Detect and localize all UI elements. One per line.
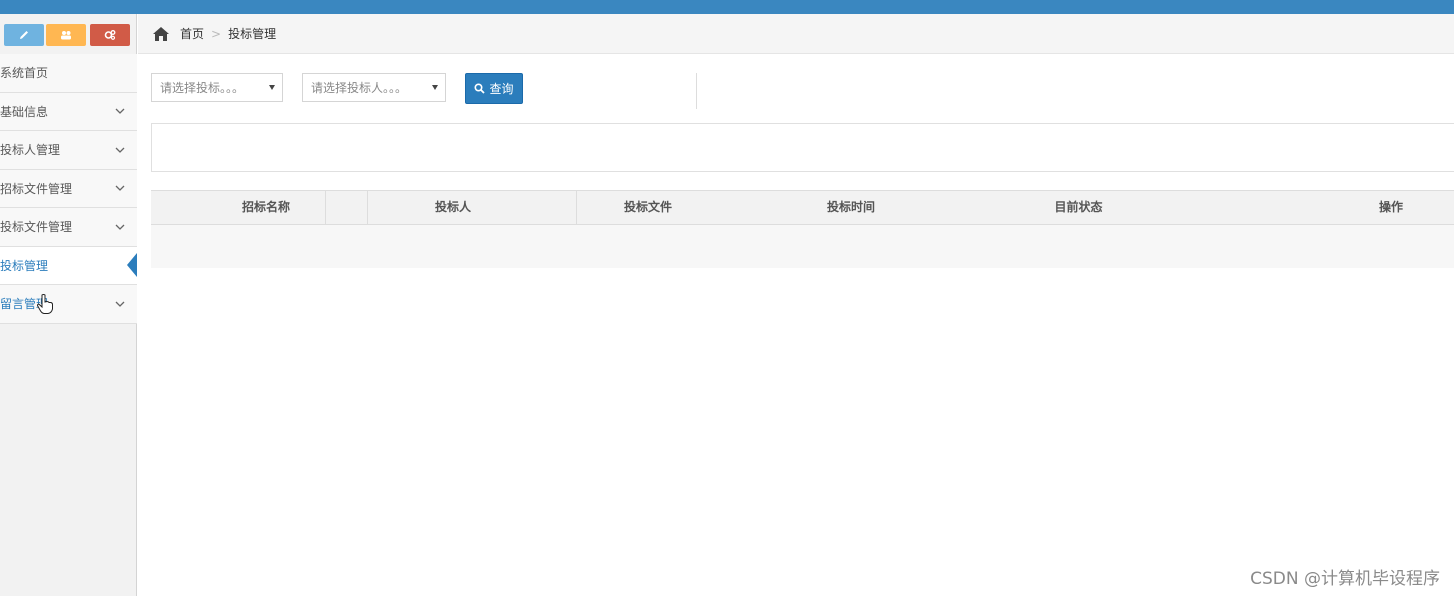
sidebar-item-home[interactable]: 系统首页 <box>0 54 137 93</box>
column-divider <box>325 191 326 224</box>
toolbar-panel <box>151 123 1454 172</box>
chevron-down-icon <box>115 108 125 115</box>
sidebar-item-bidder-management[interactable]: 投标人管理 <box>0 131 137 170</box>
sidebar-item-label: 招标文件管理 <box>0 181 73 196</box>
sidebar-item-label: 投标管理 <box>0 258 49 273</box>
column-header-tender-name[interactable]: 招标名称 <box>151 191 381 224</box>
hand-cursor-icon <box>36 294 53 314</box>
cogs-icon <box>104 30 116 40</box>
query-button-label: 查询 <box>489 82 514 96</box>
sidebar-item-label: 系统首页 <box>0 66 49 81</box>
sidebar-menu: 系统首页 基础信息 投标人管理 招标文件管理 投标文件管理 投标管理 留言管理 <box>0 54 137 324</box>
sidebar-item-label: 投标人管理 <box>0 143 61 158</box>
bidder-select[interactable]: 请选择投标人。。。 <box>302 73 446 102</box>
home-icon[interactable] <box>152 26 170 42</box>
breadcrumb-home-link[interactable]: 首页 <box>180 25 204 42</box>
chevron-down-icon <box>115 185 125 192</box>
chevron-down-icon <box>115 147 125 153</box>
sidebar-item-message-management[interactable]: 留言管理 <box>0 285 137 324</box>
column-header-actions: 操作 <box>1378 200 1403 214</box>
divider <box>696 73 697 109</box>
search-icon <box>474 83 486 94</box>
users-icon <box>61 31 71 40</box>
pencil-icon <box>20 31 28 39</box>
column-header-bid-time[interactable]: 投标时间 <box>771 191 931 224</box>
bid-table: 招标名称 投标人 投标文件 投标时间 目前状态 操作 <box>151 190 1454 268</box>
sidebar-item-tender-file-management[interactable]: 招标文件管理 <box>0 169 137 208</box>
breadcrumb-current: 投标管理 <box>228 27 277 41</box>
shortcut-settings-button[interactable] <box>90 24 130 46</box>
shortcut-users-button[interactable] <box>46 24 86 46</box>
tender-select[interactable]: 请选择投标。。。 <box>151 73 283 102</box>
query-button[interactable]: 查询 <box>465 73 523 104</box>
sidebar-item-basic-info[interactable]: 基础信息 <box>0 92 137 131</box>
sidebar: 系统首页 基础信息 投标人管理 招标文件管理 投标文件管理 投标管理 留言管理 <box>0 14 137 596</box>
active-marker <box>127 253 137 278</box>
sidebar-item-bid-management[interactable]: 投标管理 <box>0 246 137 285</box>
column-header-status[interactable]: 目前状态 <box>991 191 1166 224</box>
table-header: 招标名称 投标人 投标文件 投标时间 目前状态 操作 <box>151 190 1454 225</box>
breadcrumb: 首页 > 投标管理 <box>138 14 1454 54</box>
chevron-down-icon <box>115 224 125 230</box>
bidder-select-value: 请选择投标人。。。 <box>311 81 408 95</box>
chevron-down-icon <box>115 301 125 307</box>
column-header-bid-file[interactable]: 投标文件 <box>576 191 720 224</box>
column-header-bidder[interactable]: 投标人 <box>367 191 539 224</box>
sidebar-item-label: 投标文件管理 <box>0 220 73 235</box>
main-content: 请选择投标。。。 请选择投标人。。。 查询 招标名称 投标人 投标文件 投标时间… <box>138 55 1454 596</box>
sidebar-item-bid-file-management[interactable]: 投标文件管理 <box>0 208 137 247</box>
table-empty-row <box>151 225 1454 268</box>
watermark: CSDN @计算机毕设程序 <box>1250 569 1440 589</box>
tender-select-value: 请选择投标。。。 <box>160 81 245 95</box>
sidebar-item-label: 基础信息 <box>0 104 49 119</box>
shortcut-edit-button[interactable] <box>4 24 44 46</box>
breadcrumb-separator-icon: > <box>211 26 222 41</box>
top-navbar <box>0 0 1454 14</box>
caret-down-icon <box>269 84 275 90</box>
caret-down-icon <box>432 84 438 90</box>
